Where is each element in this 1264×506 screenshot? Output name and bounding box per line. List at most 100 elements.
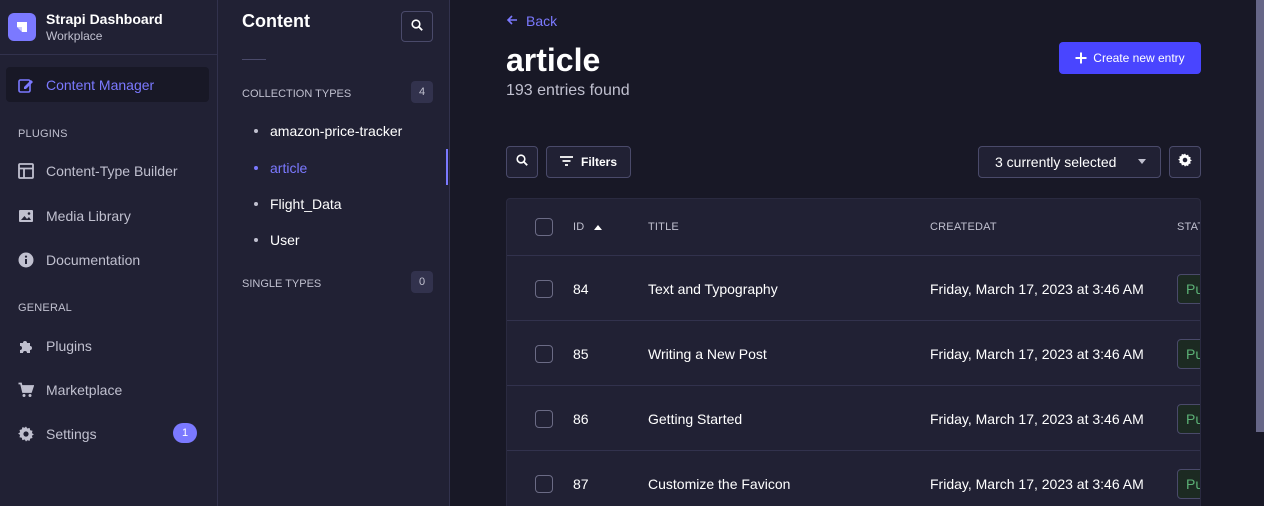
- nav-label: Content Manager: [46, 76, 155, 93]
- single-types-count: 0: [411, 271, 433, 293]
- status-badge: Pu: [1177, 274, 1200, 304]
- subnav-search-button[interactable]: [401, 11, 433, 42]
- header-createdat[interactable]: CREATEDAT: [930, 199, 997, 255]
- subnav-item-flight-data[interactable]: Flight_Data: [242, 186, 449, 222]
- subnav-item-user[interactable]: User: [242, 222, 449, 258]
- nav-content-type-builder[interactable]: Content-Type Builder: [6, 153, 209, 188]
- nav-documentation[interactable]: Documentation: [6, 242, 209, 277]
- nav-label: Documentation: [46, 251, 141, 268]
- subnav-divider: [242, 59, 266, 60]
- pencil-icon: [18, 77, 34, 93]
- header-title[interactable]: TITLE: [648, 199, 679, 255]
- nav-label: Marketplace: [46, 381, 123, 398]
- main-navigation: Strapi Dashboard Workplace Content Manag…: [0, 0, 218, 506]
- filters-button[interactable]: Filters: [546, 146, 631, 178]
- subnav-item-label: Flight_Data: [270, 196, 342, 212]
- nav-marketplace[interactable]: Marketplace: [6, 372, 209, 407]
- sort-ascending-icon: [594, 221, 603, 233]
- filter-icon: [559, 155, 573, 169]
- status-badge: Pu: [1177, 404, 1200, 434]
- info-icon: [18, 252, 34, 268]
- list-settings-button[interactable]: [1169, 146, 1201, 178]
- row-checkbox[interactable]: [535, 344, 553, 363]
- gear-icon: [18, 426, 34, 442]
- row-id: 84: [573, 280, 589, 297]
- table-search-button[interactable]: [506, 146, 538, 178]
- status-badge: Pu: [1177, 469, 1200, 499]
- plus-icon: [1075, 49, 1087, 67]
- collection-types-label[interactable]: COLLECTION TYPES: [242, 88, 351, 100]
- create-new-entry-button[interactable]: Create new entry: [1059, 42, 1201, 74]
- select-all-checkbox-cell[interactable]: [535, 199, 553, 255]
- table-row[interactable]: 84 Text and Typography Friday, March 17,…: [507, 255, 1200, 320]
- arrow-left-icon: [506, 13, 518, 29]
- gear-icon: [1178, 152, 1192, 172]
- filters-label: Filters: [580, 155, 617, 169]
- entries-count: 193 entries found: [506, 82, 630, 99]
- back-link[interactable]: Back: [506, 13, 557, 29]
- layout-icon: [18, 162, 34, 179]
- bullet-icon: [254, 202, 258, 206]
- page-scrollbar[interactable]: [1256, 0, 1264, 432]
- row-createdat: Friday, March 17, 2023 at 3:46 AM: [930, 410, 1144, 427]
- row-title: Text and Typography: [648, 280, 778, 297]
- row-createdat: Friday, March 17, 2023 at 3:46 AM: [930, 475, 1144, 492]
- nav-plugins[interactable]: Plugins: [6, 328, 209, 363]
- row-id: 85: [573, 345, 589, 362]
- row-createdat: Friday, March 17, 2023 at 3:46 AM: [930, 280, 1144, 297]
- subnav-item-label: amazon-price-tracker: [270, 123, 403, 139]
- brand-subtitle: Workplace: [46, 28, 103, 43]
- status-badge: Pu: [1177, 339, 1200, 369]
- entries-table: ID TITLE CREATEDAT STATE 84 Text and Typ…: [506, 198, 1201, 506]
- create-label: Create new entry: [1093, 51, 1185, 65]
- shopping-cart-icon: [18, 382, 34, 398]
- page-title: article: [506, 42, 601, 78]
- row-checkbox[interactable]: [535, 474, 553, 493]
- subnav-item-article[interactable]: article: [242, 150, 449, 186]
- content-subnav: Content COLLECTION TYPES 4 amazon-price-…: [218, 0, 450, 506]
- puzzle-icon: [18, 338, 34, 354]
- select-all-checkbox[interactable]: [535, 218, 553, 236]
- subnav-item-label: article: [270, 160, 308, 176]
- back-label: Back: [526, 13, 558, 29]
- bullet-icon: [254, 238, 258, 242]
- table-row[interactable]: 85 Writing a New Post Friday, March 17, …: [507, 320, 1200, 385]
- row-title: Writing a New Post: [648, 345, 767, 362]
- row-title: Customize the Favicon: [648, 475, 791, 492]
- row-createdat: Friday, March 17, 2023 at 3:46 AM: [930, 345, 1144, 362]
- settings-notification-badge: 1: [173, 423, 197, 443]
- nav-label: Content-Type Builder: [46, 162, 178, 179]
- plugins-section-label: PLUGINS: [18, 128, 68, 140]
- subnav-item-label: User: [270, 232, 300, 248]
- row-id: 86: [573, 410, 589, 427]
- bullet-icon: [254, 166, 258, 170]
- search-icon: [411, 18, 423, 36]
- strapi-logo-icon: [8, 13, 36, 41]
- row-title: Getting Started: [648, 410, 743, 427]
- search-icon: [516, 153, 528, 171]
- row-checkbox[interactable]: [535, 279, 553, 298]
- image-icon: [18, 208, 34, 224]
- displayed-fields-select[interactable]: 3 currently selected: [978, 146, 1161, 178]
- header-id[interactable]: ID: [573, 199, 603, 255]
- nav-media-library[interactable]: Media Library: [6, 198, 209, 233]
- header-id-label: ID: [573, 221, 585, 233]
- brand-header[interactable]: Strapi Dashboard Workplace: [0, 0, 217, 55]
- general-section-label: GENERAL: [18, 302, 72, 314]
- single-types-label[interactable]: SINGLE TYPES: [242, 278, 321, 290]
- select-value: 3 currently selected: [995, 154, 1117, 170]
- bullet-icon: [254, 129, 258, 133]
- brand-title: Strapi Dashboard: [46, 10, 163, 27]
- nav-label: Settings: [46, 425, 97, 442]
- table-row[interactable]: 86 Getting Started Friday, March 17, 202…: [507, 385, 1200, 450]
- row-checkbox[interactable]: [535, 409, 553, 428]
- collection-types-count: 4: [411, 81, 433, 103]
- nav-content-manager[interactable]: Content Manager: [6, 67, 209, 102]
- chevron-down-icon: [1138, 159, 1146, 164]
- subnav-item-amazon-price-tracker[interactable]: amazon-price-tracker: [242, 113, 449, 149]
- header-status[interactable]: STATE: [1177, 199, 1200, 255]
- subnav-title: Content: [242, 11, 310, 31]
- table-row[interactable]: 87 Customize the Favicon Friday, March 1…: [507, 450, 1200, 506]
- nav-label: Media Library: [46, 207, 131, 224]
- nav-label: Plugins: [46, 337, 92, 354]
